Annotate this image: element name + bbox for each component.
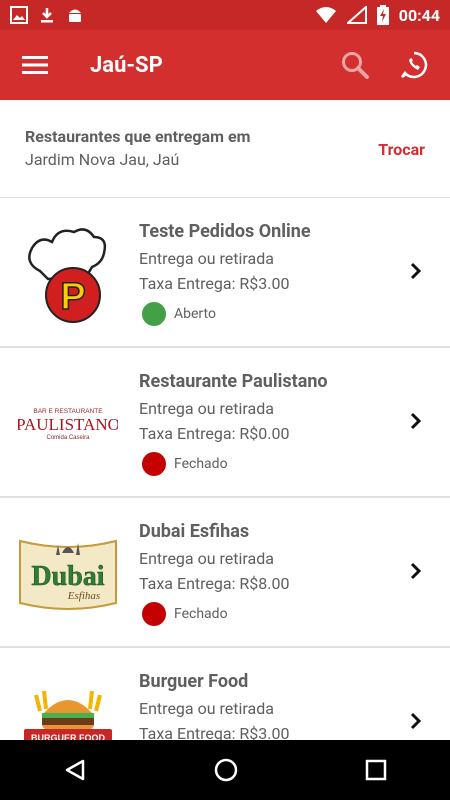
location-label: Restaurantes que entregam em — [25, 127, 251, 146]
delivery-fee: Taxa Entrega: R$8.00 — [139, 574, 290, 593]
status-text: Fechado — [174, 456, 228, 472]
status-dot-closed — [142, 452, 166, 476]
download-icon — [41, 8, 53, 23]
home-icon[interactable] — [213, 757, 239, 783]
delivery-mode: Entrega ou retirada — [139, 699, 274, 718]
delivery-mode: Entrega ou retirada — [139, 399, 274, 418]
restaurant-name: Burguer Food — [139, 671, 249, 692]
restaurant-name: Restaurante Paulistano — [139, 371, 328, 392]
change-location-button[interactable]: Trocar — [378, 140, 425, 159]
app-title: Jaú-SP — [90, 52, 163, 78]
restaurant-name: Dubai Esfihas — [139, 521, 250, 542]
status-dot-open — [142, 302, 166, 326]
logo-sub-text: Esfihas — [67, 590, 100, 602]
restaurant-list: P Teste Pedidos Online Entrega ou retira… — [0, 198, 450, 798]
chevron-right-icon[interactable] — [410, 711, 422, 731]
logo-top-text: BAR E RESTAURANTE — [33, 408, 103, 415]
status-text: Aberto — [174, 306, 216, 322]
logo-sub-text: Comida Caseira — [46, 435, 90, 441]
location-value: Jardim Nova Jau, Jaú — [25, 150, 180, 169]
image-icon — [10, 6, 28, 24]
restaurant-name: Teste Pedidos Online — [139, 221, 311, 242]
search-icon[interactable] — [340, 50, 370, 80]
android-icon — [69, 9, 81, 22]
app-bar: Jaú-SP — [0, 30, 450, 100]
restaurant-row[interactable]: BAR E RESTAURANTE PAULISTANO Comida Case… — [0, 348, 450, 498]
battery-charging-icon — [376, 5, 389, 25]
delivery-fee: Taxa Entrega: R$3.00 — [139, 274, 290, 293]
recents-icon[interactable] — [365, 759, 387, 781]
chef-hat-p-logo: P — [18, 223, 118, 323]
delivery-fee: Taxa Entrega: R$0.00 — [139, 424, 290, 443]
chevron-right-icon[interactable] — [410, 411, 422, 431]
whatsapp-icon[interactable] — [400, 51, 428, 79]
paulistano-logo: BAR E RESTAURANTE PAULISTANO Comida Case… — [18, 373, 118, 473]
restaurant-row[interactable]: P Teste Pedidos Online Entrega ou retira… — [0, 198, 450, 348]
status-badge: Fechado — [142, 602, 228, 626]
logo-main-text: PAULISTANO — [18, 415, 118, 434]
status-time: 00:44 — [398, 5, 440, 25]
delivery-mode: Entrega ou retirada — [139, 249, 274, 268]
dubai-logo: Dubai Esfihas — [18, 523, 118, 623]
signal-icon — [346, 6, 367, 24]
logo-letter: P — [60, 276, 85, 318]
location-header: Restaurantes que entregam em Jardim Nova… — [0, 100, 450, 198]
restaurant-row[interactable]: Dubai Esfihas Dubai Esfihas Entrega ou r… — [0, 498, 450, 648]
status-badge: Aberto — [142, 302, 216, 326]
back-icon[interactable] — [63, 758, 87, 782]
status-badge: Fechado — [142, 452, 228, 476]
status-bar: 00:44 — [0, 0, 450, 30]
chevron-right-icon[interactable] — [410, 561, 422, 581]
status-dot-closed — [142, 602, 166, 626]
delivery-mode: Entrega ou retirada — [139, 549, 274, 568]
wifi-icon — [315, 7, 336, 23]
logo-main-text: Dubai — [31, 561, 104, 592]
chevron-right-icon[interactable] — [410, 261, 422, 281]
system-nav-bar — [0, 740, 450, 800]
hamburger-icon[interactable] — [22, 55, 48, 75]
status-text: Fechado — [174, 606, 228, 622]
